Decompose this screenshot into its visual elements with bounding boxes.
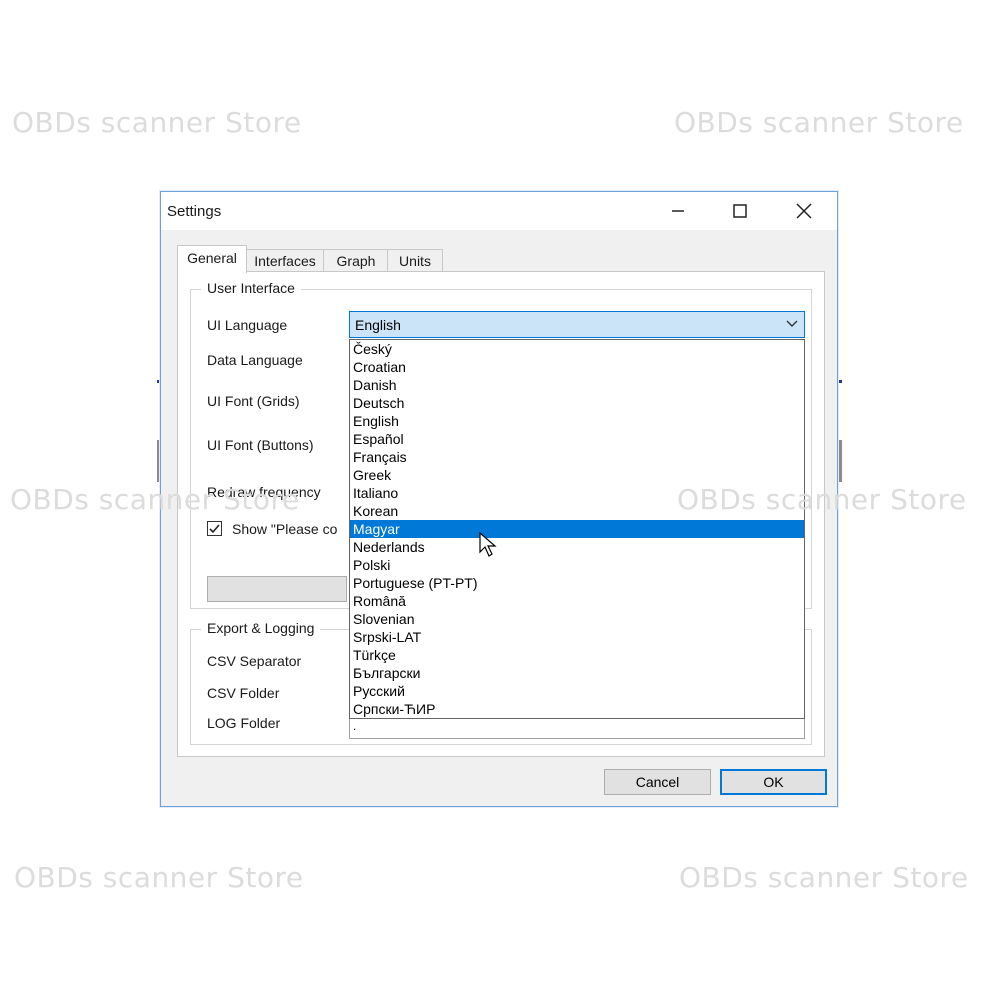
minimize-icon xyxy=(672,210,684,212)
redraw-frequency-label: Redraw frequency xyxy=(207,484,321,500)
language-option[interactable]: Danish xyxy=(350,376,804,394)
ui-font-grids-label: UI Font (Grids) xyxy=(207,393,300,409)
title-bar[interactable]: Settings xyxy=(161,192,837,230)
watermark-text: OBDs scanner Store xyxy=(679,861,969,894)
language-option[interactable]: Polski xyxy=(350,556,804,574)
ui-language-select[interactable]: English xyxy=(349,311,805,338)
checkmark-icon xyxy=(209,524,220,534)
language-option[interactable]: Русский xyxy=(350,682,804,700)
chevron-down-icon xyxy=(786,320,798,327)
language-option[interactable]: Greek xyxy=(350,466,804,484)
log-folder-label: LOG Folder xyxy=(207,715,281,731)
csv-folder-label: CSV Folder xyxy=(207,685,280,701)
language-option[interactable]: Slovenian xyxy=(350,610,804,628)
ok-button[interactable]: OK xyxy=(720,769,827,795)
group-title: User Interface xyxy=(201,280,301,296)
reset-button[interactable] xyxy=(207,576,347,602)
language-option-highlighted[interactable]: Magyar xyxy=(350,520,804,538)
language-option[interactable]: Korean xyxy=(350,502,804,520)
show-please-checkbox-label: Show "Please co xyxy=(232,521,338,537)
group-title: Export & Logging xyxy=(201,620,321,636)
language-option[interactable]: Español xyxy=(350,430,804,448)
close-icon xyxy=(796,203,812,219)
tab-general[interactable]: General xyxy=(177,245,247,273)
watermark-text: OBDs scanner Store xyxy=(12,106,302,139)
language-option[interactable]: Srpski-LAT xyxy=(350,628,804,646)
language-option[interactable]: Nederlands xyxy=(350,538,804,556)
language-option[interactable]: Français xyxy=(350,448,804,466)
settings-dialog: Settings General Interfaces Graph Units … xyxy=(160,191,838,807)
language-option[interactable]: Portuguese (PT-PT) xyxy=(350,574,804,592)
watermark-text: OBDs scanner Store xyxy=(674,106,964,139)
ui-font-buttons-label: UI Font (Buttons) xyxy=(207,437,314,453)
data-language-label: Data Language xyxy=(207,352,303,368)
ui-language-dropdown-list: Český Croatian Danish Deutsch English Es… xyxy=(349,339,805,719)
maximize-icon xyxy=(733,204,747,218)
close-button[interactable] xyxy=(781,192,827,230)
log-folder-value: . xyxy=(353,719,357,733)
language-option[interactable]: Deutsch xyxy=(350,394,804,412)
csv-separator-label: CSV Separator xyxy=(207,653,302,669)
minimize-button[interactable] xyxy=(655,192,701,230)
tab-units[interactable]: Units xyxy=(387,249,443,272)
show-please-checkbox[interactable] xyxy=(207,521,222,536)
language-option[interactable]: Български xyxy=(350,664,804,682)
maximize-button[interactable] xyxy=(717,192,763,230)
watermark-text: OBDs scanner Store xyxy=(14,861,304,894)
window-title: Settings xyxy=(167,203,222,220)
language-option[interactable]: Türkçe xyxy=(350,646,804,664)
mouse-pointer-icon xyxy=(479,532,497,557)
ui-language-label: UI Language xyxy=(207,317,288,333)
language-option[interactable]: Română xyxy=(350,592,804,610)
language-option[interactable]: Српски-ЋИР xyxy=(350,700,804,718)
tab-interfaces[interactable]: Interfaces xyxy=(245,249,325,272)
tab-graph[interactable]: Graph xyxy=(323,249,389,272)
log-folder-input[interactable]: . xyxy=(349,717,805,739)
cancel-button[interactable]: Cancel xyxy=(604,769,711,795)
ui-language-value: English xyxy=(355,317,401,333)
language-option[interactable]: Croatian xyxy=(350,358,804,376)
language-option[interactable]: English xyxy=(350,412,804,430)
language-option[interactable]: Český xyxy=(350,340,804,358)
language-option[interactable]: Italiano xyxy=(350,484,804,502)
